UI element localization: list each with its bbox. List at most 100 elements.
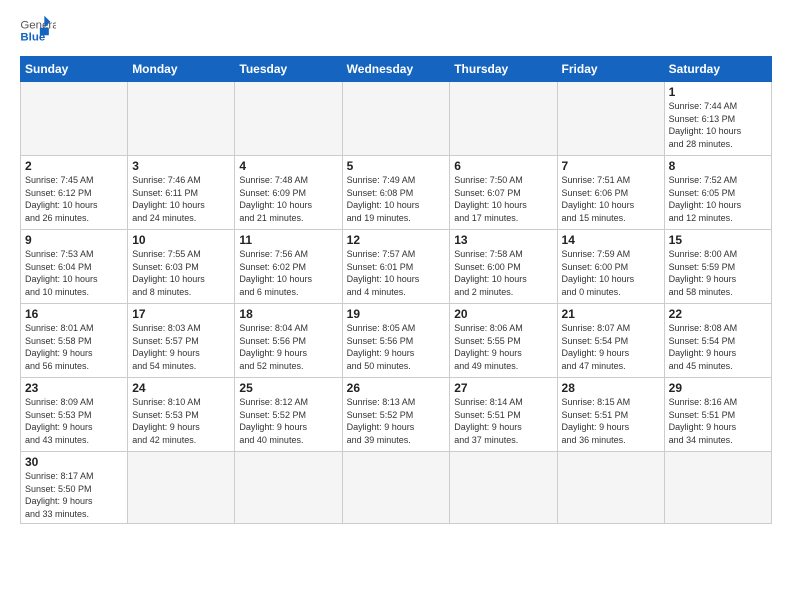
calendar-cell: 16Sunrise: 8:01 AM Sunset: 5:58 PM Dayli… bbox=[21, 304, 128, 378]
day-info: Sunrise: 7:46 AM Sunset: 6:11 PM Dayligh… bbox=[132, 174, 230, 224]
calendar-cell: 18Sunrise: 8:04 AM Sunset: 5:56 PM Dayli… bbox=[235, 304, 342, 378]
day-info: Sunrise: 7:48 AM Sunset: 6:09 PM Dayligh… bbox=[239, 174, 337, 224]
day-info: Sunrise: 7:55 AM Sunset: 6:03 PM Dayligh… bbox=[132, 248, 230, 298]
day-number: 16 bbox=[25, 307, 123, 321]
calendar-cell: 6Sunrise: 7:50 AM Sunset: 6:07 PM Daylig… bbox=[450, 156, 557, 230]
calendar-cell bbox=[450, 452, 557, 524]
calendar-week-row: 16Sunrise: 8:01 AM Sunset: 5:58 PM Dayli… bbox=[21, 304, 772, 378]
day-info: Sunrise: 8:07 AM Sunset: 5:54 PM Dayligh… bbox=[562, 322, 660, 372]
svg-text:General: General bbox=[20, 19, 56, 31]
weekday-header-friday: Friday bbox=[557, 57, 664, 82]
calendar-cell bbox=[128, 452, 235, 524]
calendar-cell bbox=[21, 82, 128, 156]
day-number: 4 bbox=[239, 159, 337, 173]
calendar-cell: 2Sunrise: 7:45 AM Sunset: 6:12 PM Daylig… bbox=[21, 156, 128, 230]
calendar-cell: 26Sunrise: 8:13 AM Sunset: 5:52 PM Dayli… bbox=[342, 378, 450, 452]
day-number: 8 bbox=[669, 159, 767, 173]
day-info: Sunrise: 7:44 AM Sunset: 6:13 PM Dayligh… bbox=[669, 100, 767, 150]
day-info: Sunrise: 8:10 AM Sunset: 5:53 PM Dayligh… bbox=[132, 396, 230, 446]
weekday-header-row: SundayMondayTuesdayWednesdayThursdayFrid… bbox=[21, 57, 772, 82]
day-info: Sunrise: 8:05 AM Sunset: 5:56 PM Dayligh… bbox=[347, 322, 446, 372]
calendar-cell bbox=[235, 452, 342, 524]
day-info: Sunrise: 7:56 AM Sunset: 6:02 PM Dayligh… bbox=[239, 248, 337, 298]
calendar-cell: 8Sunrise: 7:52 AM Sunset: 6:05 PM Daylig… bbox=[664, 156, 771, 230]
calendar-cell: 17Sunrise: 8:03 AM Sunset: 5:57 PM Dayli… bbox=[128, 304, 235, 378]
calendar-cell bbox=[664, 452, 771, 524]
calendar-cell bbox=[235, 82, 342, 156]
day-number: 2 bbox=[25, 159, 123, 173]
day-info: Sunrise: 8:04 AM Sunset: 5:56 PM Dayligh… bbox=[239, 322, 337, 372]
page: General Blue SundayMondayTuesdayWednesda… bbox=[0, 0, 792, 612]
header: General Blue bbox=[20, 16, 772, 46]
calendar-table: SundayMondayTuesdayWednesdayThursdayFrid… bbox=[20, 56, 772, 524]
day-number: 27 bbox=[454, 381, 552, 395]
day-info: Sunrise: 8:06 AM Sunset: 5:55 PM Dayligh… bbox=[454, 322, 552, 372]
calendar-cell: 15Sunrise: 8:00 AM Sunset: 5:59 PM Dayli… bbox=[664, 230, 771, 304]
day-number: 1 bbox=[669, 85, 767, 99]
day-number: 12 bbox=[347, 233, 446, 247]
weekday-header-sunday: Sunday bbox=[21, 57, 128, 82]
day-number: 6 bbox=[454, 159, 552, 173]
day-number: 14 bbox=[562, 233, 660, 247]
calendar-cell: 20Sunrise: 8:06 AM Sunset: 5:55 PM Dayli… bbox=[450, 304, 557, 378]
day-info: Sunrise: 7:58 AM Sunset: 6:00 PM Dayligh… bbox=[454, 248, 552, 298]
day-info: Sunrise: 8:12 AM Sunset: 5:52 PM Dayligh… bbox=[239, 396, 337, 446]
calendar-week-row: 1Sunrise: 7:44 AM Sunset: 6:13 PM Daylig… bbox=[21, 82, 772, 156]
calendar-cell: 4Sunrise: 7:48 AM Sunset: 6:09 PM Daylig… bbox=[235, 156, 342, 230]
weekday-header-wednesday: Wednesday bbox=[342, 57, 450, 82]
calendar-cell: 14Sunrise: 7:59 AM Sunset: 6:00 PM Dayli… bbox=[557, 230, 664, 304]
day-info: Sunrise: 8:01 AM Sunset: 5:58 PM Dayligh… bbox=[25, 322, 123, 372]
calendar-cell: 3Sunrise: 7:46 AM Sunset: 6:11 PM Daylig… bbox=[128, 156, 235, 230]
day-number: 30 bbox=[25, 455, 123, 469]
calendar-cell: 28Sunrise: 8:15 AM Sunset: 5:51 PM Dayli… bbox=[557, 378, 664, 452]
day-number: 25 bbox=[239, 381, 337, 395]
calendar-cell: 10Sunrise: 7:55 AM Sunset: 6:03 PM Dayli… bbox=[128, 230, 235, 304]
day-number: 15 bbox=[669, 233, 767, 247]
day-number: 18 bbox=[239, 307, 337, 321]
calendar-cell: 23Sunrise: 8:09 AM Sunset: 5:53 PM Dayli… bbox=[21, 378, 128, 452]
calendar-cell: 12Sunrise: 7:57 AM Sunset: 6:01 PM Dayli… bbox=[342, 230, 450, 304]
day-number: 17 bbox=[132, 307, 230, 321]
calendar-cell: 7Sunrise: 7:51 AM Sunset: 6:06 PM Daylig… bbox=[557, 156, 664, 230]
day-info: Sunrise: 7:53 AM Sunset: 6:04 PM Dayligh… bbox=[25, 248, 123, 298]
calendar-cell: 11Sunrise: 7:56 AM Sunset: 6:02 PM Dayli… bbox=[235, 230, 342, 304]
calendar-cell: 27Sunrise: 8:14 AM Sunset: 5:51 PM Dayli… bbox=[450, 378, 557, 452]
day-info: Sunrise: 8:15 AM Sunset: 5:51 PM Dayligh… bbox=[562, 396, 660, 446]
calendar-cell: 9Sunrise: 7:53 AM Sunset: 6:04 PM Daylig… bbox=[21, 230, 128, 304]
day-number: 28 bbox=[562, 381, 660, 395]
day-number: 23 bbox=[25, 381, 123, 395]
calendar-cell bbox=[128, 82, 235, 156]
generalblue-logo-icon: General Blue bbox=[20, 16, 56, 46]
day-number: 13 bbox=[454, 233, 552, 247]
day-number: 24 bbox=[132, 381, 230, 395]
calendar-week-row: 9Sunrise: 7:53 AM Sunset: 6:04 PM Daylig… bbox=[21, 230, 772, 304]
weekday-header-tuesday: Tuesday bbox=[235, 57, 342, 82]
calendar-cell: 22Sunrise: 8:08 AM Sunset: 5:54 PM Dayli… bbox=[664, 304, 771, 378]
calendar-week-row: 30Sunrise: 8:17 AM Sunset: 5:50 PM Dayli… bbox=[21, 452, 772, 524]
day-info: Sunrise: 7:59 AM Sunset: 6:00 PM Dayligh… bbox=[562, 248, 660, 298]
day-number: 5 bbox=[347, 159, 446, 173]
calendar-cell: 21Sunrise: 8:07 AM Sunset: 5:54 PM Dayli… bbox=[557, 304, 664, 378]
day-info: Sunrise: 8:13 AM Sunset: 5:52 PM Dayligh… bbox=[347, 396, 446, 446]
weekday-header-thursday: Thursday bbox=[450, 57, 557, 82]
day-info: Sunrise: 8:16 AM Sunset: 5:51 PM Dayligh… bbox=[669, 396, 767, 446]
calendar-cell: 25Sunrise: 8:12 AM Sunset: 5:52 PM Dayli… bbox=[235, 378, 342, 452]
calendar-cell: 5Sunrise: 7:49 AM Sunset: 6:08 PM Daylig… bbox=[342, 156, 450, 230]
weekday-header-monday: Monday bbox=[128, 57, 235, 82]
day-info: Sunrise: 8:17 AM Sunset: 5:50 PM Dayligh… bbox=[25, 470, 123, 520]
day-number: 9 bbox=[25, 233, 123, 247]
calendar-cell: 19Sunrise: 8:05 AM Sunset: 5:56 PM Dayli… bbox=[342, 304, 450, 378]
day-info: Sunrise: 7:52 AM Sunset: 6:05 PM Dayligh… bbox=[669, 174, 767, 224]
calendar-cell: 1Sunrise: 7:44 AM Sunset: 6:13 PM Daylig… bbox=[664, 82, 771, 156]
day-number: 21 bbox=[562, 307, 660, 321]
day-info: Sunrise: 8:14 AM Sunset: 5:51 PM Dayligh… bbox=[454, 396, 552, 446]
day-info: Sunrise: 7:49 AM Sunset: 6:08 PM Dayligh… bbox=[347, 174, 446, 224]
calendar-cell: 24Sunrise: 8:10 AM Sunset: 5:53 PM Dayli… bbox=[128, 378, 235, 452]
calendar-week-row: 2Sunrise: 7:45 AM Sunset: 6:12 PM Daylig… bbox=[21, 156, 772, 230]
calendar-cell bbox=[342, 452, 450, 524]
calendar-cell: 29Sunrise: 8:16 AM Sunset: 5:51 PM Dayli… bbox=[664, 378, 771, 452]
day-number: 11 bbox=[239, 233, 337, 247]
calendar-cell: 30Sunrise: 8:17 AM Sunset: 5:50 PM Dayli… bbox=[21, 452, 128, 524]
calendar-week-row: 23Sunrise: 8:09 AM Sunset: 5:53 PM Dayli… bbox=[21, 378, 772, 452]
day-info: Sunrise: 8:09 AM Sunset: 5:53 PM Dayligh… bbox=[25, 396, 123, 446]
